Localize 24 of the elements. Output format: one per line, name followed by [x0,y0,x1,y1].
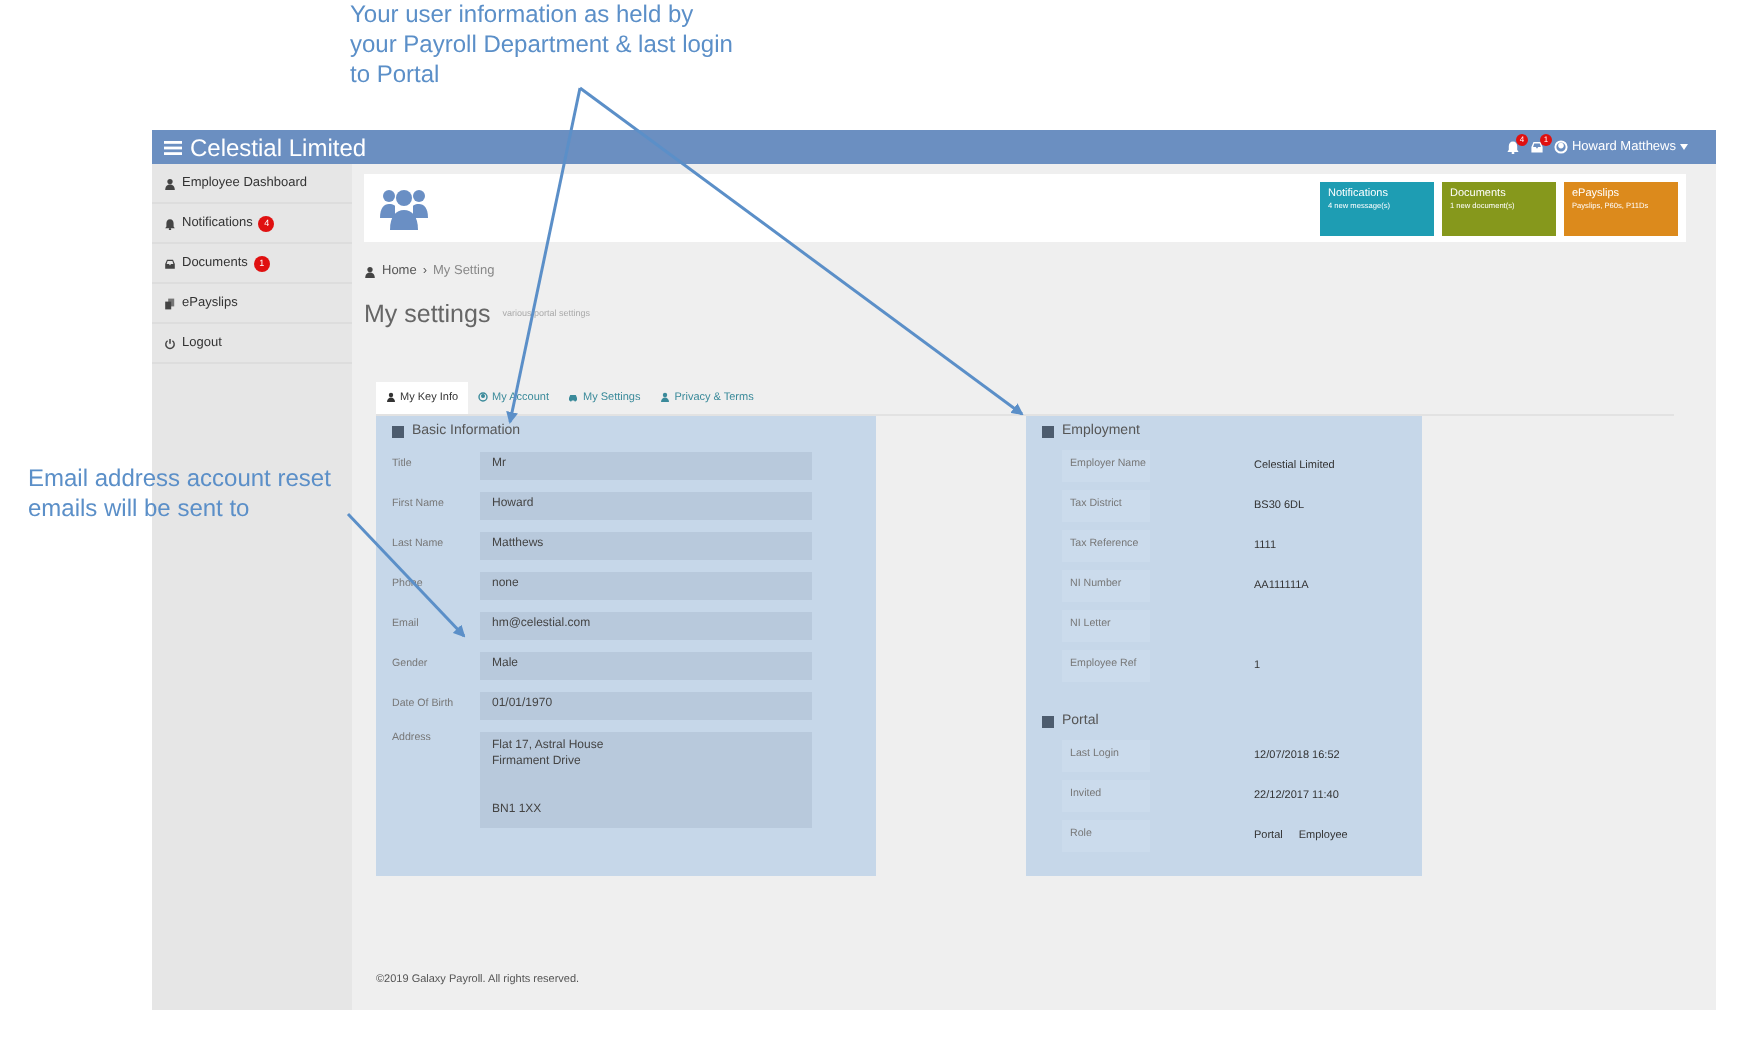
annotation-text: Email address account reset emails will be sent to [28,464,333,524]
page-title: My settings [364,297,491,332]
menu-icon[interactable] [164,139,182,155]
bullet-icon [1042,716,1054,729]
power-icon [164,337,176,349]
person-icon [364,265,376,278]
annotation-text: Your user information as held by your Payroll Department & last login to Portal [350,0,735,90]
caret-icon [1680,144,1688,150]
person-icon [660,392,671,403]
person-icon [386,392,396,403]
inbox-icon [164,257,176,269]
car-icon [568,392,579,403]
bullet-icon [1042,426,1054,439]
user-circle-icon [1553,140,1568,154]
bell-icon [1505,140,1520,154]
annotation-arrow [346,512,466,638]
bell-icon [164,217,176,229]
bullet-icon [392,426,404,439]
inbox-icon [1529,140,1544,154]
users-icon [380,186,428,230]
documents-icon [164,297,176,309]
app-title: Celestial Limited [190,131,367,165]
person-icon [164,177,176,189]
user-circle-icon [478,392,489,403]
